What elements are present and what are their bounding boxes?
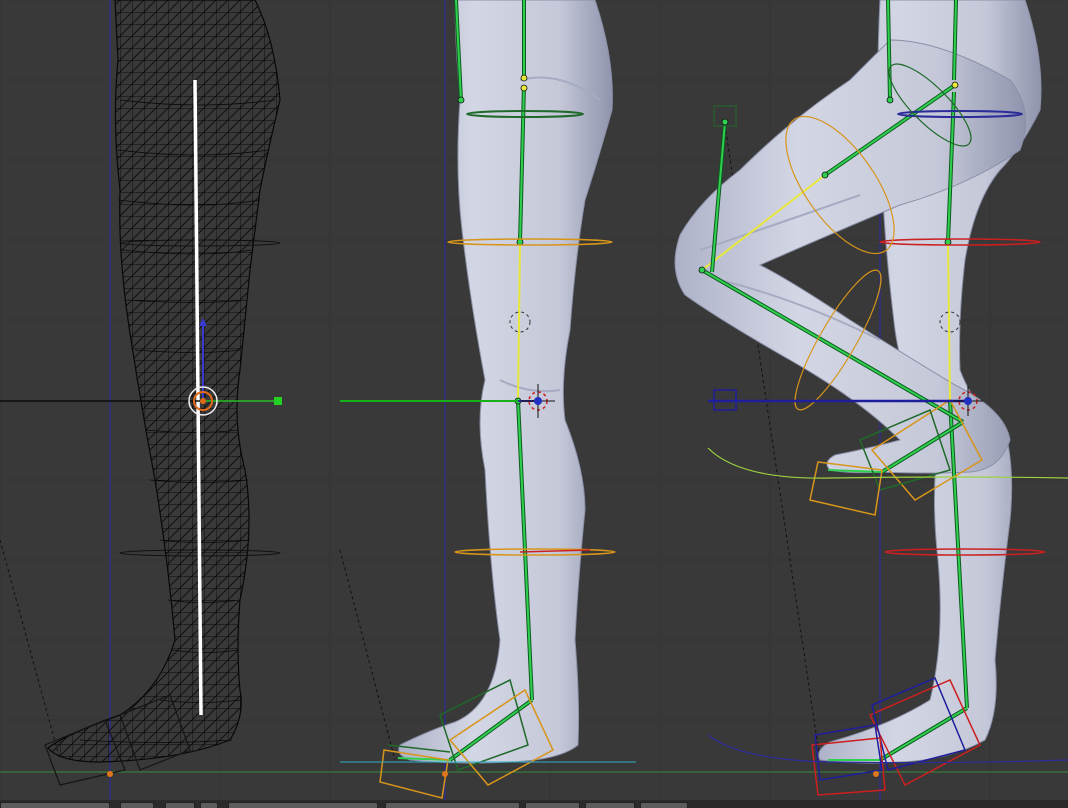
3d-viewport[interactable]	[0, 0, 1068, 808]
pivot-circle-icon[interactable]	[188, 386, 218, 416]
header-button[interactable]	[585, 802, 635, 808]
viewport-header-bar[interactable]	[0, 800, 1068, 808]
viewport-canvas[interactable]	[0, 0, 1068, 800]
header-button[interactable]	[385, 802, 520, 808]
header-button[interactable]	[165, 802, 195, 808]
origin-point	[873, 771, 879, 777]
header-button[interactable]	[200, 802, 218, 808]
header-button[interactable]	[640, 802, 688, 808]
header-button[interactable]	[0, 802, 110, 808]
origin-point	[442, 771, 448, 777]
origin-point	[107, 771, 113, 777]
header-button[interactable]	[228, 802, 378, 808]
header-button[interactable]	[525, 802, 580, 808]
header-button[interactable]	[120, 802, 154, 808]
